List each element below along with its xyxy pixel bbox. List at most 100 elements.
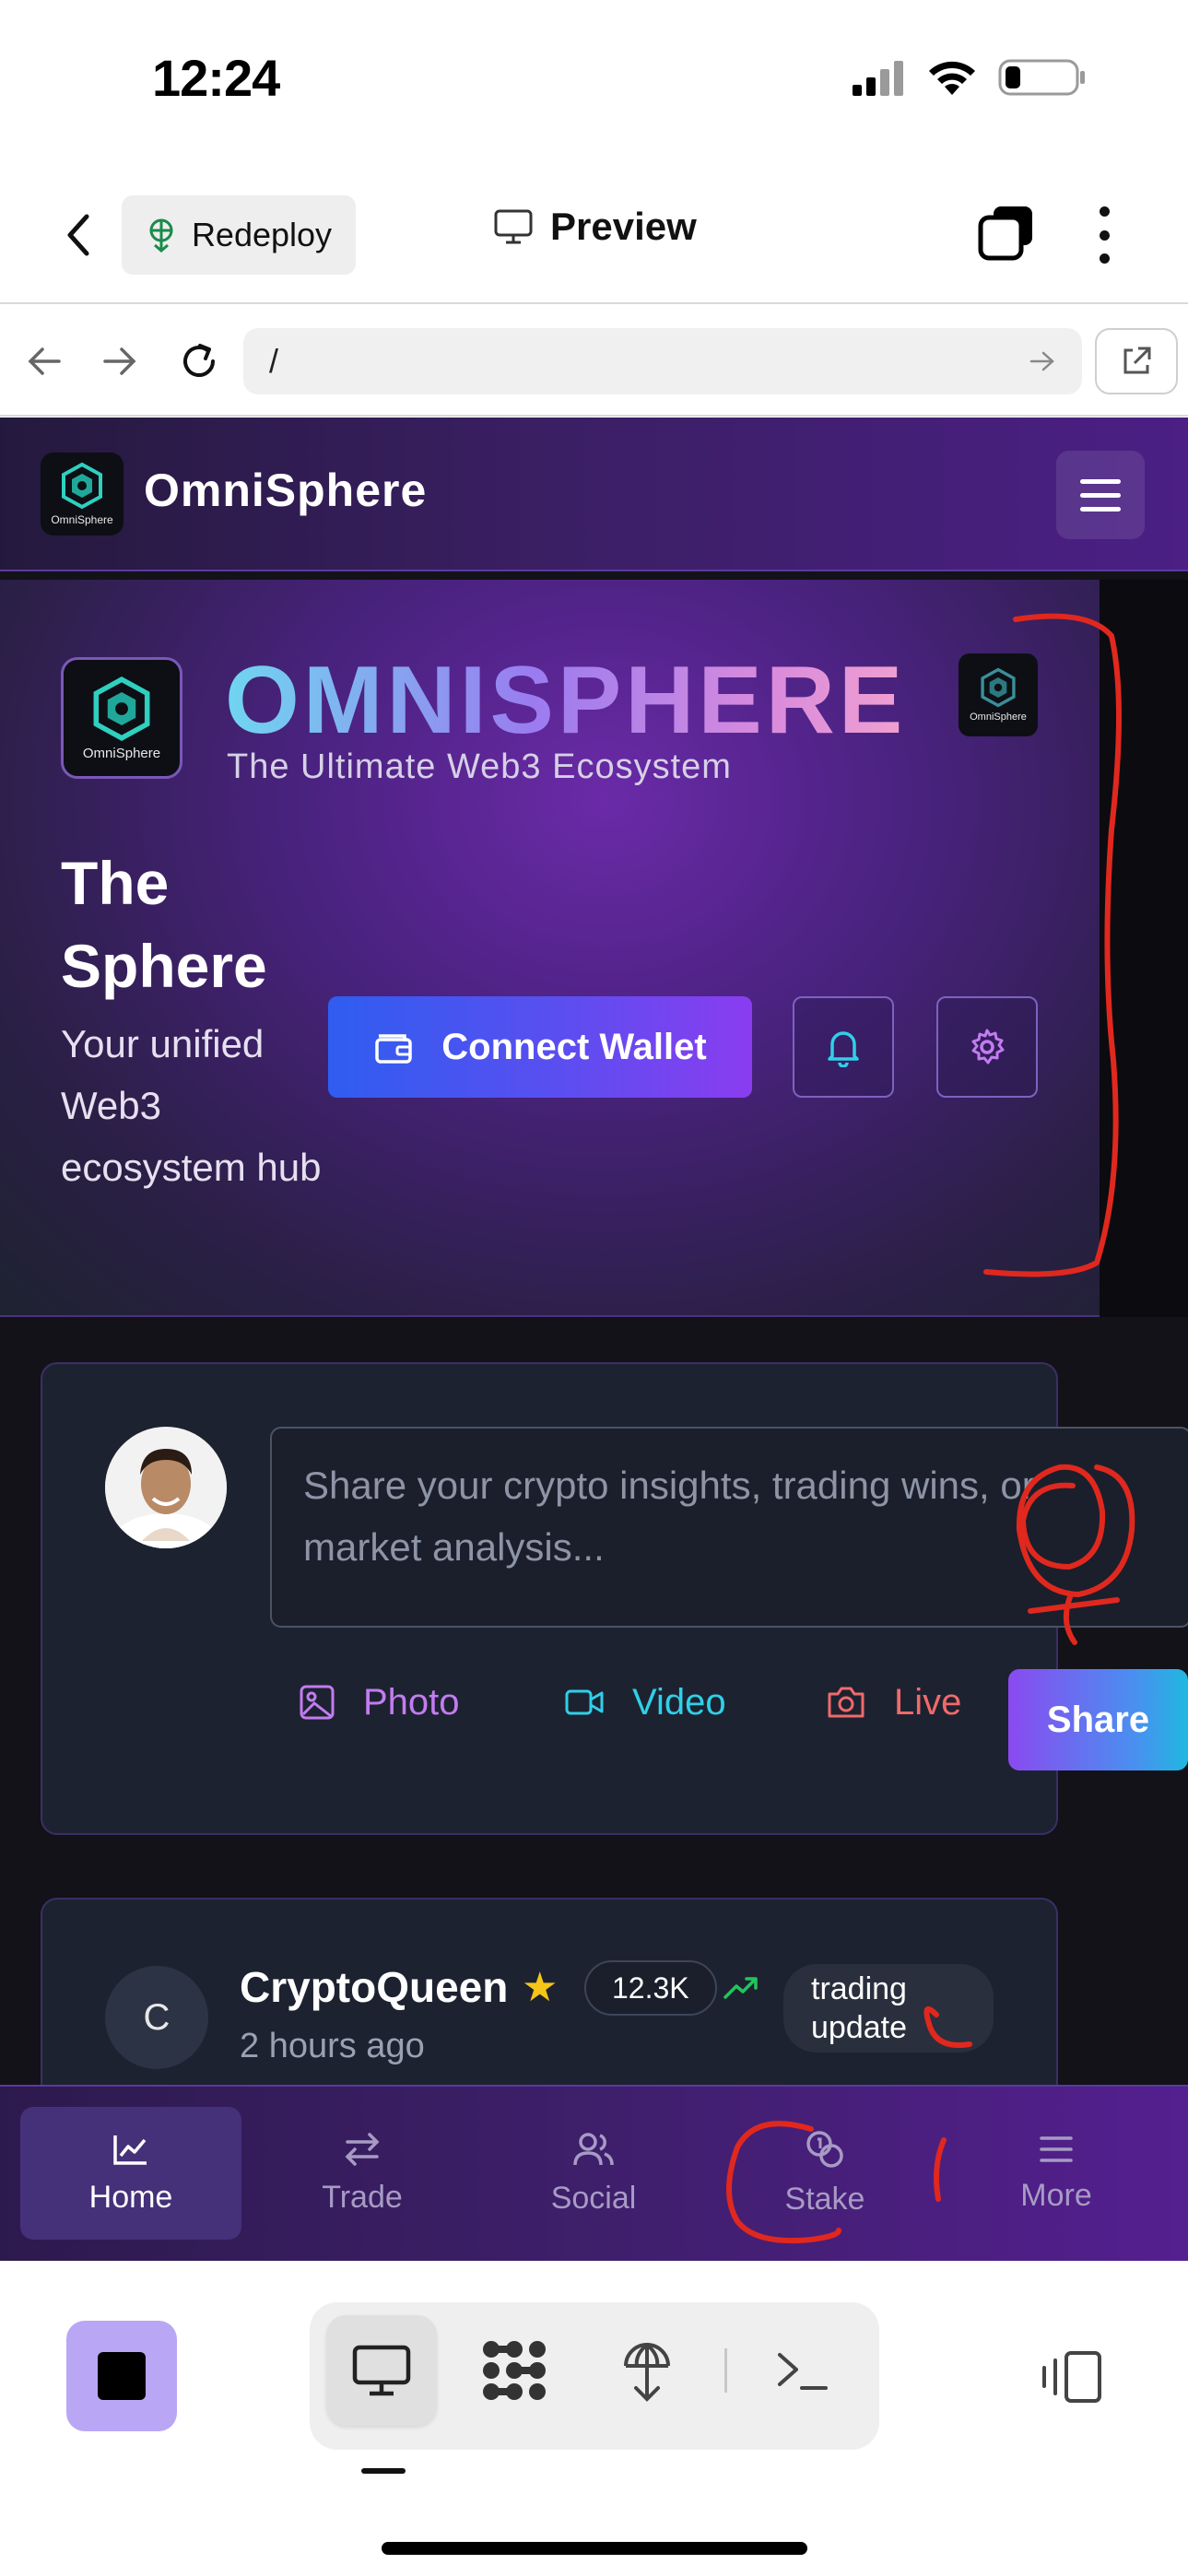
nodes-grid-icon	[483, 2341, 546, 2400]
feed-avatar[interactable]: C	[105, 1966, 208, 2069]
hero-logo: OmniSphere	[61, 657, 182, 779]
go-arrow-icon[interactable]	[1029, 349, 1056, 373]
site-bottom-nav: Home Trade Social Stake More	[0, 2085, 1188, 2261]
more-options-button[interactable]	[1086, 203, 1123, 267]
nav-social[interactable]: Social	[483, 2107, 704, 2240]
preview-title: Preview	[493, 205, 697, 249]
status-icons	[851, 57, 1087, 98]
site-navbar: OmniSphere OmniSphere	[0, 418, 1188, 571]
chart-line-icon	[113, 2135, 147, 2165]
redeploy-label: Redeploy	[191, 216, 333, 253]
settings-button[interactable]	[936, 996, 1038, 1098]
photo-button[interactable]: Photo	[299, 1668, 460, 1736]
reload-icon	[183, 344, 215, 377]
nav-home-label: Home	[88, 2179, 173, 2215]
omnisphere-logo-icon	[62, 462, 102, 510]
video-button[interactable]: Video	[564, 1668, 726, 1736]
preview-mode-button[interactable]	[326, 2315, 437, 2426]
stop-button[interactable]	[66, 2321, 177, 2431]
live-button[interactable]: Live	[826, 1668, 961, 1736]
preview-label: Preview	[550, 205, 697, 248]
users-icon	[573, 2132, 614, 2165]
live-label: Live	[894, 1681, 962, 1723]
connect-wallet-label: Connect Wallet	[441, 1026, 707, 1067]
site-logo[interactable]: OmniSphere	[41, 453, 124, 535]
video-camera-icon	[565, 1689, 604, 1715]
nav-trade-label: Trade	[322, 2179, 403, 2215]
browser-back-button[interactable]	[17, 334, 72, 389]
nav-trade[interactable]: Trade	[252, 2107, 473, 2240]
workflow-mode-button[interactable]	[459, 2315, 570, 2426]
url-input[interactable]: /	[243, 328, 1082, 394]
chevron-left-icon	[67, 214, 89, 256]
nav-more[interactable]: More	[946, 2107, 1167, 2240]
toolbar-divider	[724, 2348, 727, 2393]
hamburger-menu-button[interactable]	[1056, 451, 1145, 539]
trending-up-icon	[723, 1977, 758, 1999]
menu-bar	[1080, 506, 1121, 512]
arrows-swap-icon	[345, 2132, 380, 2166]
image-icon	[300, 1685, 335, 1720]
status-time: 12:24	[152, 49, 280, 107]
device-toggle-button[interactable]	[1029, 2335, 1112, 2418]
bottom-toolbar	[0, 2262, 1188, 2576]
back-button[interactable]	[55, 207, 101, 263]
star-icon: ★	[522, 1965, 559, 2010]
logo-caption: OmniSphere	[970, 712, 1027, 723]
photo-label: Photo	[363, 1681, 460, 1723]
connect-wallet-button[interactable]: Connect Wallet	[328, 996, 752, 1098]
nav-home[interactable]: Home	[20, 2107, 241, 2240]
menu-bar	[1080, 492, 1121, 498]
redeploy-icon	[149, 218, 173, 253]
arrow-right-icon	[103, 347, 136, 375]
feed-author-name[interactable]: CryptoQueen	[240, 1962, 508, 2012]
hero-mini-logo: OmniSphere	[959, 653, 1038, 736]
view-mode-group	[310, 2302, 879, 2450]
battery-icon	[998, 59, 1085, 96]
post-tag[interactable]: trading update	[783, 1964, 994, 2053]
kebab-dot	[1099, 253, 1110, 264]
omnisphere-logo-icon	[981, 667, 1016, 708]
hero-section: OmniSphere OMNISPHERE OmniSphere The Ult…	[0, 580, 1100, 1317]
nav-more-label: More	[1020, 2177, 1092, 2213]
camera-icon	[828, 1687, 865, 1718]
kebab-dot	[1099, 229, 1110, 241]
status-bar: 12:24	[0, 0, 1188, 161]
nav-social-label: Social	[550, 2180, 637, 2216]
hero-subtitle: Your unified Web3 ecosystem hub	[61, 1022, 322, 1189]
active-mode-indicator	[361, 2468, 406, 2474]
home-indicator	[382, 2542, 807, 2555]
nav-stake[interactable]: Stake	[714, 2107, 935, 2240]
tabs-icon	[978, 206, 1032, 261]
bell-icon	[828, 1031, 859, 1067]
user-avatar[interactable]	[105, 1427, 227, 1548]
hero-title: The Sphere	[61, 849, 267, 1000]
tabs-button[interactable]	[977, 203, 1036, 262]
browser-forward-button[interactable]	[92, 334, 147, 389]
redeploy-button[interactable]: Redeploy	[122, 195, 356, 275]
signal-icon	[853, 61, 903, 96]
menu-bar	[1080, 478, 1121, 484]
post-tag-line: update	[811, 2010, 907, 2045]
video-label: Video	[632, 1681, 726, 1723]
site-name[interactable]: OmniSphere	[144, 464, 427, 517]
gear-icon	[971, 1029, 1005, 1065]
avatar-photo	[105, 1427, 227, 1548]
reload-button[interactable]	[171, 334, 227, 389]
hero-brand: OMNISPHERE	[225, 647, 907, 754]
device-frame-icon	[1042, 2351, 1101, 2403]
post-tag-line: trading	[811, 1971, 907, 2006]
coins-icon	[806, 2130, 843, 2168]
app-header: Redeploy Preview	[0, 175, 1188, 304]
deploy-globe-icon	[624, 2343, 670, 2402]
kebab-dot	[1099, 206, 1110, 217]
hero-tagline: The Ultimate Web3 Ecosystem	[227, 747, 732, 786]
open-external-button[interactable]	[1095, 328, 1178, 394]
post-composer-card: Share your crypto insights, trading wins…	[41, 1362, 1188, 1835]
nav-stake-label: Stake	[784, 2181, 865, 2217]
notifications-button[interactable]	[793, 996, 894, 1098]
console-mode-button[interactable]	[747, 2315, 857, 2426]
share-button[interactable]: Share	[1008, 1669, 1188, 1770]
post-composer-input[interactable]: Share your crypto insights, trading wins…	[270, 1427, 1188, 1628]
deploy-mode-button[interactable]	[592, 2315, 702, 2426]
